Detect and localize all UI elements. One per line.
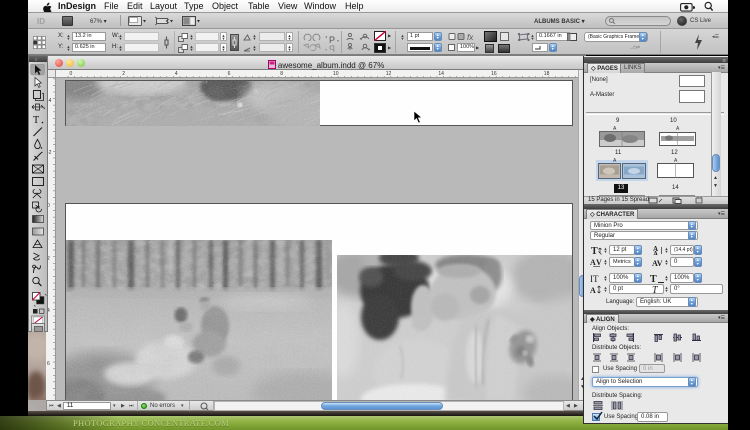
svg-text:2: 2 (122, 71, 125, 77)
svg-text:10: 10 (333, 71, 339, 77)
svg-text:18: 18 (544, 71, 550, 77)
svg-text:6: 6 (228, 71, 231, 77)
svg-text:fx: fx (467, 33, 474, 41)
svg-text:16: 16 (491, 71, 497, 77)
svg-text:AV: AV (652, 259, 663, 267)
svg-text:IT: IT (590, 274, 599, 283)
svg-text:T: T (33, 115, 39, 126)
svg-text:12: 12 (386, 71, 392, 77)
svg-text:A: A (590, 286, 596, 295)
svg-text:8: 8 (280, 71, 283, 77)
svg-text:A: A (653, 250, 658, 255)
svg-text:4: 4 (175, 71, 178, 77)
svg-text:14: 14 (438, 71, 444, 77)
svg-text:V: V (596, 258, 602, 267)
svg-text:T: T (652, 285, 659, 295)
svg-text:6: 6 (47, 361, 50, 367)
svg-text:T: T (650, 274, 657, 283)
svg-text:T: T (591, 246, 598, 255)
svg-text:0: 0 (70, 71, 73, 77)
